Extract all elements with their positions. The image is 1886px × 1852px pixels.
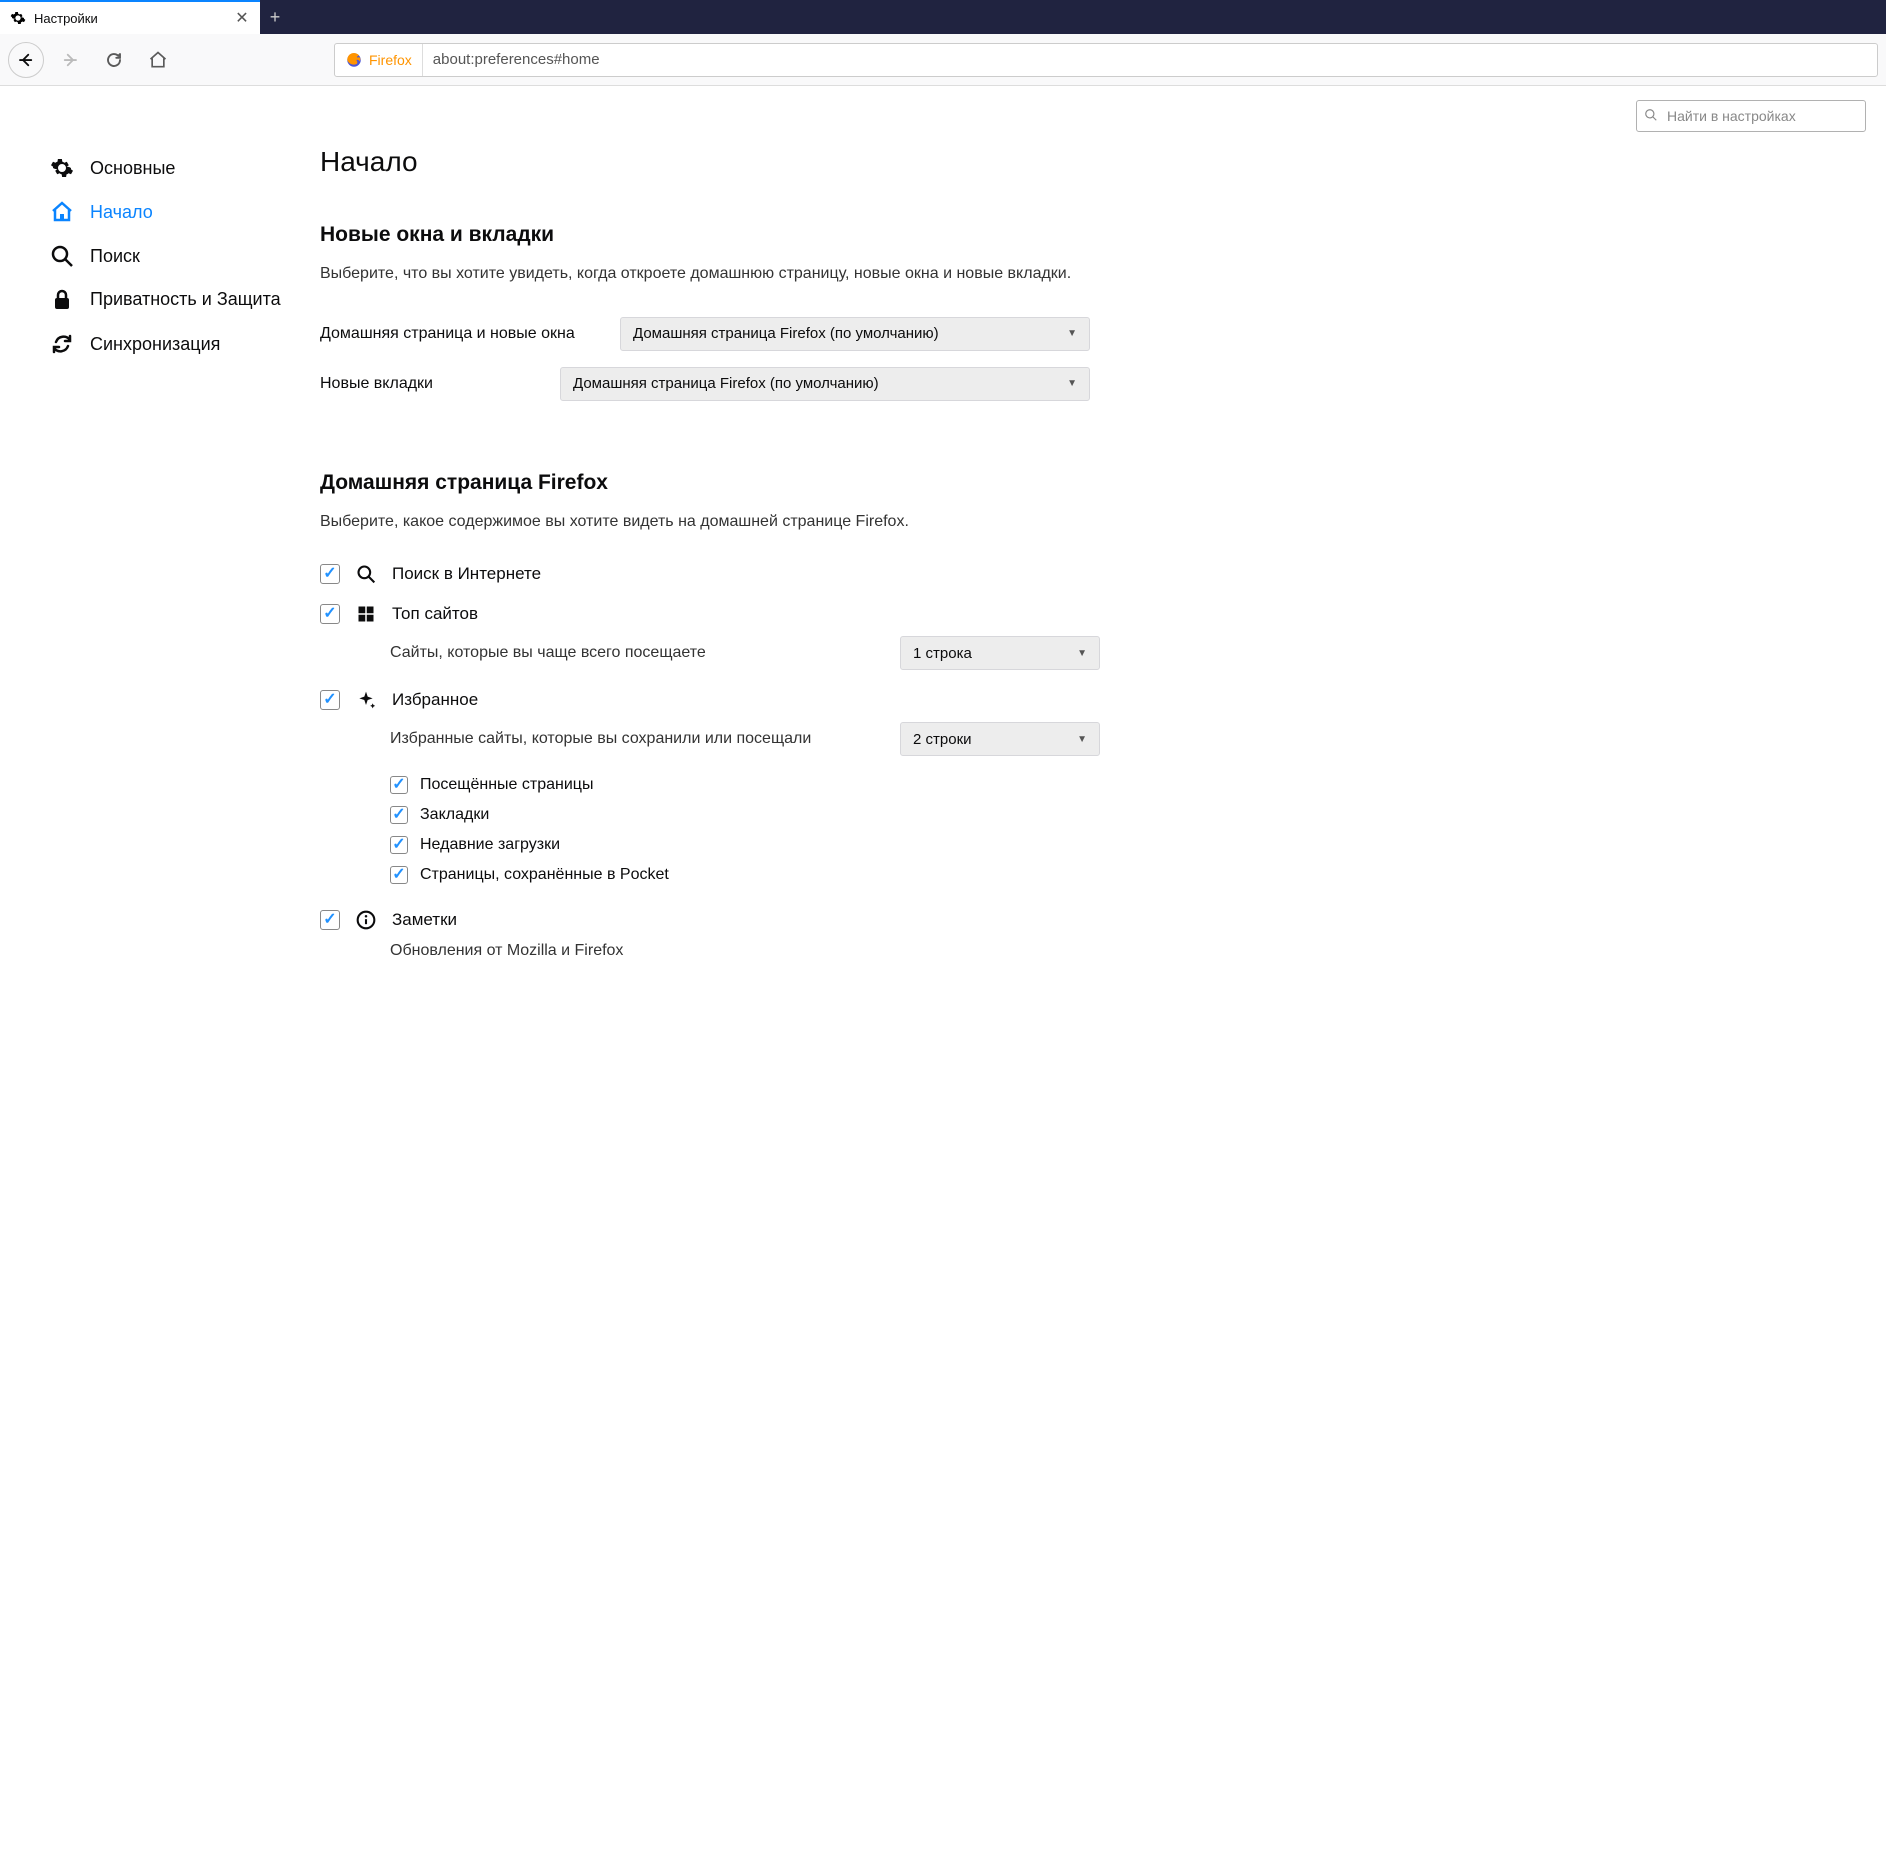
firefox-icon: [345, 51, 363, 69]
identity-label: Firefox: [369, 52, 412, 68]
grid-icon: [356, 604, 376, 624]
highlights-desc: Избранные сайты, которые вы сохранили ил…: [390, 730, 811, 748]
homepage-label: Домашняя страница и новые окна: [320, 325, 620, 343]
web-search-label: Поиск в Интернете: [392, 564, 541, 584]
search-icon: [50, 244, 74, 268]
main-pane: Начало Новые окна и вкладки Выберите, чт…: [300, 86, 1120, 1852]
newtab-label: Новые вкладки: [320, 375, 560, 393]
highlights-rows-select[interactable]: 2 строки ▼: [900, 722, 1100, 756]
section-desc: Выберите, какое содержимое вы хотите вид…: [320, 509, 1100, 535]
top-sites-rows-select[interactable]: 1 строка ▼: [900, 636, 1100, 670]
sidebar-item-label: Синхронизация: [90, 334, 220, 355]
select-value: Домашняя страница Firefox (по умолчанию): [633, 325, 939, 342]
toolbar: Firefox about:preferences#home: [0, 34, 1886, 86]
sidebar-item-home[interactable]: Начало: [50, 190, 300, 234]
highlights-checkbox[interactable]: [320, 690, 340, 710]
select-value: Домашняя страница Firefox (по умолчанию): [573, 375, 879, 392]
gear-icon: [50, 156, 74, 180]
top-sites-checkbox[interactable]: [320, 604, 340, 624]
search-pane: [1636, 100, 1866, 132]
identity-box[interactable]: Firefox: [335, 44, 423, 76]
top-sites-label: Топ сайтов: [392, 604, 478, 624]
pocket-label: Страницы, сохранённые в Pocket: [420, 866, 669, 884]
search-icon: [1644, 108, 1658, 122]
section-desc: Выберите, что вы хотите увидеть, когда о…: [320, 261, 1100, 287]
section-heading: Домашняя страница Firefox: [320, 471, 1100, 495]
visited-label: Посещённые страницы: [420, 776, 593, 794]
gear-icon: [10, 10, 26, 26]
pocket-checkbox[interactable]: [390, 866, 408, 884]
select-value: 2 строки: [913, 731, 972, 748]
home-button[interactable]: [140, 42, 176, 78]
section-heading: Новые окна и вкладки: [320, 223, 1100, 247]
lock-icon: [50, 288, 74, 312]
search-icon: [356, 564, 376, 584]
snippets-checkbox[interactable]: [320, 910, 340, 930]
sidebar-item-label: Основные: [90, 158, 175, 179]
tab-strip: Настройки ✕ +: [0, 0, 1886, 34]
sidebar-item-privacy[interactable]: Приватность и Защита: [50, 278, 300, 322]
search-input[interactable]: [1636, 100, 1866, 132]
sidebar-item-label: Начало: [90, 202, 153, 223]
chevron-down-icon: ▼: [1067, 328, 1077, 339]
sidebar-item-label: Приватность и Защита: [90, 288, 281, 311]
chevron-down-icon: ▼: [1077, 648, 1087, 659]
snippets-label: Заметки: [392, 910, 457, 930]
reload-button[interactable]: [96, 42, 132, 78]
back-button[interactable]: [8, 42, 44, 78]
downloads-checkbox[interactable]: [390, 836, 408, 854]
top-sites-desc: Сайты, которые вы чаще всего посещаете: [390, 644, 706, 662]
sidebar-item-search[interactable]: Поиск: [50, 234, 300, 278]
address-bar[interactable]: Firefox about:preferences#home: [334, 43, 1878, 77]
snippets-desc: Обновления от Mozilla и Firefox: [390, 942, 623, 960]
downloads-label: Недавние загрузки: [420, 836, 560, 854]
select-value: 1 строка: [913, 645, 972, 662]
web-search-checkbox[interactable]: [320, 564, 340, 584]
browser-tab[interactable]: Настройки ✕: [0, 0, 260, 34]
homepage-select[interactable]: Домашняя страница Firefox (по умолчанию)…: [620, 317, 1090, 351]
page-title: Начало: [320, 146, 1100, 178]
close-icon[interactable]: ✕: [234, 10, 250, 26]
sync-icon: [50, 332, 74, 356]
newtab-select[interactable]: Домашняя страница Firefox (по умолчанию)…: [560, 367, 1090, 401]
highlights-label: Избранное: [392, 690, 478, 710]
home-icon: [50, 200, 74, 224]
chevron-down-icon: ▼: [1067, 378, 1077, 389]
sidebar-item-label: Поиск: [90, 246, 140, 267]
visited-checkbox[interactable]: [390, 776, 408, 794]
sidebar-item-general[interactable]: Основные: [50, 146, 300, 190]
sidebar-item-sync[interactable]: Синхронизация: [50, 322, 300, 366]
sidebar: Основные Начало Поиск Приватность и Защи…: [0, 86, 300, 1852]
info-icon: [356, 910, 376, 930]
tab-title: Настройки: [34, 11, 226, 26]
new-tab-button[interactable]: +: [260, 0, 290, 34]
forward-button[interactable]: [52, 42, 88, 78]
chevron-down-icon: ▼: [1077, 734, 1087, 745]
bookmarks-checkbox[interactable]: [390, 806, 408, 824]
url-text: about:preferences#home: [423, 51, 610, 68]
sparkle-icon: [356, 690, 376, 710]
bookmarks-label: Закладки: [420, 806, 489, 824]
